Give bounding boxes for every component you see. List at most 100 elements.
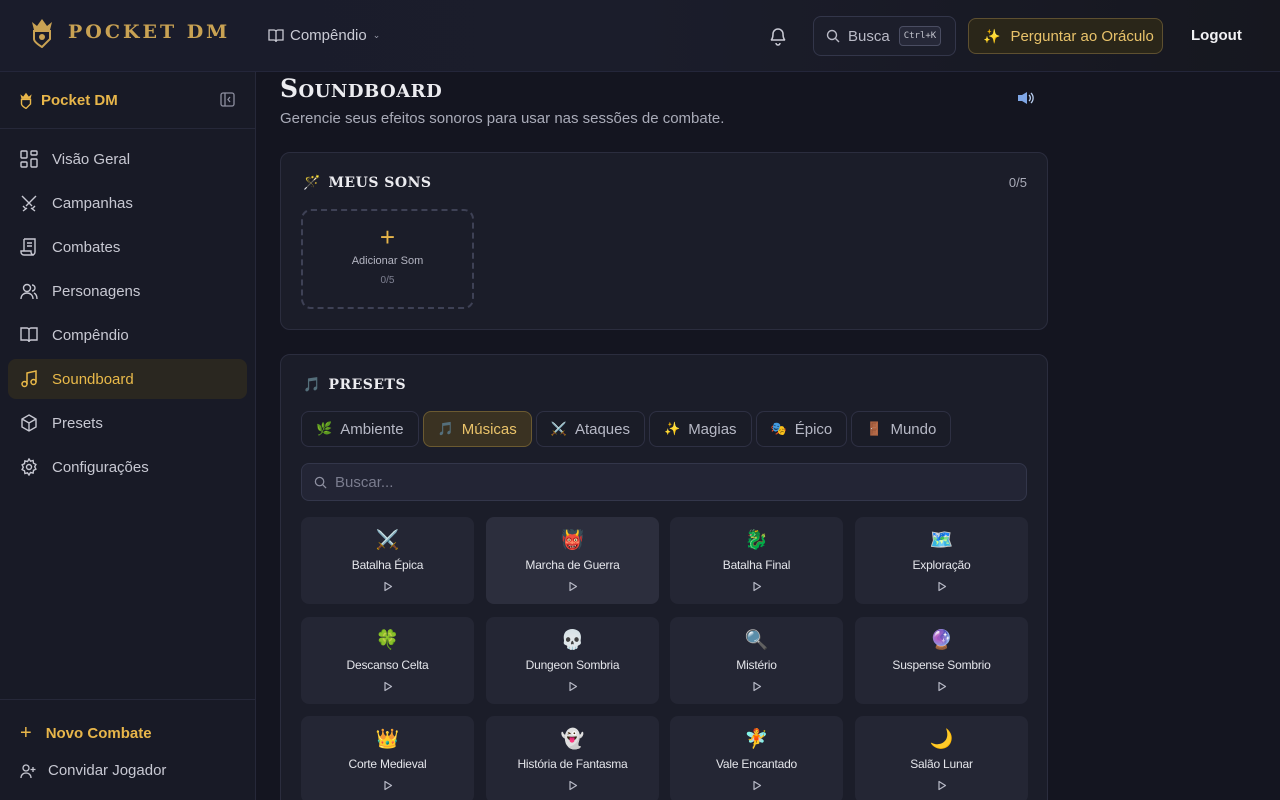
search-icon — [826, 29, 840, 43]
sidebar-item-presets[interactable]: Presets — [8, 403, 247, 443]
preset-tile[interactable]: 🔍 Mistério — [670, 617, 843, 704]
invite-player-button[interactable]: Convidar Jogador — [20, 762, 166, 779]
plus-icon: + — [20, 722, 32, 744]
page-subtitle: Gerencie seus efeitos sonoros para usar … — [280, 110, 725, 127]
preset-tile[interactable]: ⚔️ Batalha Épica — [301, 517, 474, 604]
book-icon — [20, 327, 38, 343]
play-icon[interactable] — [670, 579, 843, 597]
speaker-icon — [1018, 92, 1034, 104]
keyboard-shortcut-badge: Ctrl+K — [898, 26, 942, 46]
preset-tile[interactable]: 🐉 Batalha Final — [670, 517, 843, 604]
gear-icon — [21, 458, 37, 476]
crown-shield-icon — [32, 19, 52, 48]
preset-tile[interactable]: 🌙 Salão Lunar — [855, 716, 1028, 800]
search-label: Busca — [848, 27, 890, 45]
play-icon[interactable] — [855, 579, 1028, 597]
grid-icon — [20, 150, 38, 168]
tab-epico[interactable]: 🎭 Épico — [755, 411, 848, 447]
compendio-menu[interactable]: Compêndio ⌄ — [268, 27, 380, 44]
top-bar: POCKET DM Compêndio ⌄ Busca Ctrl+K ✨ Per… — [0, 0, 1280, 72]
tab-musicas[interactable]: 🎵 Músicas — [422, 411, 532, 447]
leaf-icon: 🌿 — [316, 421, 333, 436]
fairy-icon: 🧚 — [744, 729, 769, 750]
map-icon: 🗺️ — [929, 530, 954, 551]
sidebar-item-soundboard[interactable]: Soundboard — [8, 359, 247, 399]
tab-magias[interactable]: ✨ Magias — [649, 411, 752, 447]
magnifier-icon: 🔍 — [744, 630, 769, 651]
sidebar-header: Pocket DM — [0, 72, 255, 129]
preset-name: Dungeon Sombria — [525, 658, 620, 672]
preset-name: Salão Lunar — [910, 757, 973, 771]
tab-mundo[interactable]: 🚪 Mundo — [851, 411, 952, 447]
sidebar-item-compendio[interactable]: Compêndio — [8, 315, 247, 355]
collapse-sidebar-button[interactable] — [220, 92, 235, 112]
music-note-icon: 🎵 — [437, 421, 454, 436]
preset-tile[interactable]: 🗺️ Exploração — [855, 517, 1028, 604]
preset-search-input[interactable] — [335, 473, 935, 491]
book-icon — [268, 28, 284, 42]
add-sound-button[interactable]: + Adicionar Som 0/5 — [301, 209, 474, 309]
crossed-swords-icon — [21, 195, 37, 212]
tab-label: Ambiente — [340, 420, 404, 438]
preset-tile[interactable]: 💀 Dungeon Sombria — [486, 617, 659, 704]
ghost-icon: 👻 — [560, 729, 585, 750]
brand-logo[interactable]: POCKET DM — [30, 16, 230, 48]
preset-name: Descanso Celta — [346, 658, 429, 672]
preset-tile[interactable]: 🔮 Suspense Sombrio — [855, 617, 1028, 704]
play-icon[interactable] — [670, 679, 843, 697]
play-icon[interactable] — [486, 679, 659, 697]
play-icon[interactable] — [301, 579, 474, 597]
sidebar-item-combates[interactable]: Combates — [8, 227, 247, 267]
crossed-swords-icon: ⚔️ — [375, 530, 400, 551]
my-sounds-count: 0/5 — [1008, 175, 1027, 190]
sidebar-item-label: Presets — [52, 414, 103, 432]
preset-tile[interactable]: 👑 Corte Medieval — [301, 716, 474, 800]
my-sounds-header: 🪄 MEUS SONS — [303, 174, 432, 191]
sidebar-title: Pocket DM — [41, 91, 118, 109]
preset-tile[interactable]: 👹 Marcha de Guerra — [486, 517, 659, 604]
play-icon[interactable] — [855, 778, 1028, 796]
tab-ambiente[interactable]: 🌿 Ambiente — [301, 411, 419, 447]
preset-tile[interactable]: 👻 História de Fantasma — [486, 716, 659, 800]
plus-icon: + — [379, 222, 396, 252]
preset-tile[interactable]: 🧚 Vale Encantado — [670, 716, 843, 800]
sidebar-item-visao-geral[interactable]: Visão Geral — [8, 139, 247, 179]
play-icon[interactable] — [301, 679, 474, 697]
users-icon — [20, 283, 38, 300]
volume-button[interactable] — [1017, 91, 1035, 110]
preset-name: Corte Medieval — [348, 757, 427, 771]
play-icon[interactable] — [486, 778, 659, 796]
preset-name: Batalha Épica — [351, 558, 424, 572]
preset-name: Vale Encantado — [715, 757, 798, 771]
page-title: Soundboard — [280, 74, 443, 103]
skull-icon: 💀 — [560, 630, 585, 651]
sidebar-item-personagens[interactable]: Personagens — [8, 271, 247, 311]
sidebar-item-label: Personagens — [52, 282, 141, 300]
presets-header: 🎵 PRESETS — [303, 376, 406, 393]
tab-label: Ataques — [574, 420, 630, 438]
add-sound-label: Adicionar Som — [351, 255, 424, 267]
play-icon[interactable] — [301, 778, 474, 796]
my-sounds-title: MEUS SONS — [328, 174, 432, 191]
crystal-ball-icon: 🔮 — [929, 630, 954, 651]
notifications-button[interactable] — [768, 26, 788, 51]
play-icon[interactable] — [486, 579, 659, 597]
preset-search — [301, 463, 1027, 501]
preset-name: Mistério — [736, 658, 777, 672]
sidebar-item-configuracoes[interactable]: Configurações — [8, 447, 247, 487]
new-combat-button[interactable]: + Novo Combate — [20, 722, 152, 745]
play-icon[interactable] — [670, 778, 843, 796]
dragon-icon: 🐉 — [744, 530, 769, 551]
logout-button[interactable]: Logout — [1191, 27, 1242, 44]
crown-shield-icon — [20, 92, 32, 109]
sidebar-item-campanhas[interactable]: Campanhas — [8, 183, 247, 223]
global-search-button[interactable]: Busca Ctrl+K — [813, 16, 956, 56]
ask-oracle-button[interactable]: ✨ Perguntar ao Oráculo — [968, 18, 1163, 54]
presets-title: PRESETS — [328, 376, 407, 393]
sidebar-item-label: Visão Geral — [52, 150, 131, 168]
tab-ataques[interactable]: ⚔️ Ataques — [535, 411, 645, 447]
preset-tile[interactable]: 🍀 Descanso Celta — [301, 617, 474, 704]
ask-oracle-label: Perguntar ao Oráculo — [1010, 27, 1154, 45]
preset-name: História de Fantasma — [517, 757, 628, 771]
play-icon[interactable] — [855, 679, 1028, 697]
